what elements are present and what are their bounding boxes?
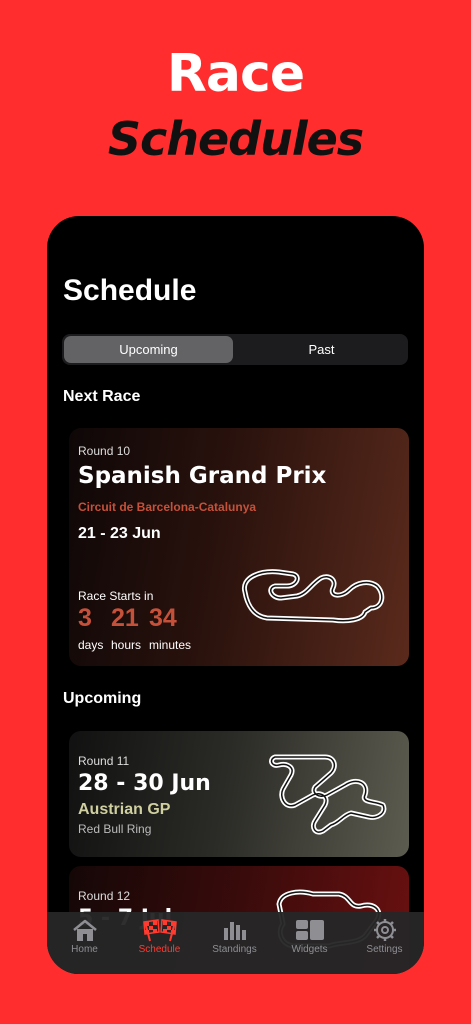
home-icon bbox=[72, 919, 97, 941]
hero-subtitle: Schedules bbox=[107, 112, 364, 166]
race-starts-label: Race Starts in bbox=[78, 589, 154, 603]
race-name: Spanish Grand Prix bbox=[78, 463, 327, 489]
tab-settings[interactable]: Settings bbox=[347, 918, 422, 955]
tab-schedule[interactable]: Schedule bbox=[122, 918, 197, 955]
countdown-minutes: 34 bbox=[149, 604, 177, 632]
circuit-map-icon bbox=[242, 569, 385, 624]
gear-icon bbox=[373, 919, 396, 941]
race-dates: 28 - 30 Jun bbox=[78, 771, 211, 796]
countdown-minutes-label: minutes bbox=[149, 638, 192, 652]
circuit-name: Circuit de Barcelona-Catalunya bbox=[78, 500, 257, 514]
upcoming-heading: Upcoming bbox=[63, 690, 142, 707]
countdown-days-label: days bbox=[78, 638, 104, 652]
tab-widgets[interactable]: Widgets bbox=[272, 918, 347, 955]
page-title: Schedule bbox=[63, 274, 197, 307]
round-label: Round 12 bbox=[78, 889, 131, 903]
venue-name: Red Bull Ring bbox=[78, 822, 152, 836]
countdown-days: 3 bbox=[78, 604, 92, 632]
next-race-heading: Next Race bbox=[63, 388, 141, 405]
countdown-hours: 21 bbox=[111, 604, 139, 632]
checkered-flags-icon bbox=[142, 919, 177, 942]
tab-label: Schedule bbox=[138, 944, 181, 955]
segment-upcoming[interactable]: Upcoming bbox=[64, 336, 233, 363]
round-label: Round 10 bbox=[78, 444, 131, 458]
segmented-control: Upcoming Past bbox=[62, 334, 408, 365]
tab-label: Home bbox=[71, 944, 98, 955]
countdown-hours-label: hours bbox=[111, 638, 142, 652]
tab-home[interactable]: Home bbox=[47, 918, 122, 955]
race-name: Austrian GP bbox=[78, 801, 171, 818]
tab-label: Standings bbox=[212, 944, 257, 955]
upcoming-race-card[interactable]: Round 11 28 - 30 Jun Austrian GP Red Bul… bbox=[69, 731, 409, 857]
segment-past[interactable]: Past bbox=[237, 336, 406, 363]
tab-standings[interactable]: Standings bbox=[197, 918, 272, 955]
hero-title: Race bbox=[166, 44, 305, 104]
bar-chart-icon bbox=[223, 922, 246, 940]
tab-label: Settings bbox=[366, 944, 403, 955]
phone-screen: Schedule Upcoming Past Next Race Round 1… bbox=[47, 216, 424, 974]
circuit-map-icon bbox=[269, 754, 387, 835]
tab-label: Widgets bbox=[291, 944, 328, 955]
widgets-icon bbox=[295, 920, 324, 940]
next-race-card[interactable]: Round 10 Spanish Grand Prix Circuit de B… bbox=[69, 428, 409, 666]
race-dates: 21 - 23 Jun bbox=[78, 525, 161, 542]
round-label: Round 11 bbox=[78, 754, 130, 768]
tab-bar: Home Schedule Standings Widgets Settings bbox=[47, 912, 424, 974]
